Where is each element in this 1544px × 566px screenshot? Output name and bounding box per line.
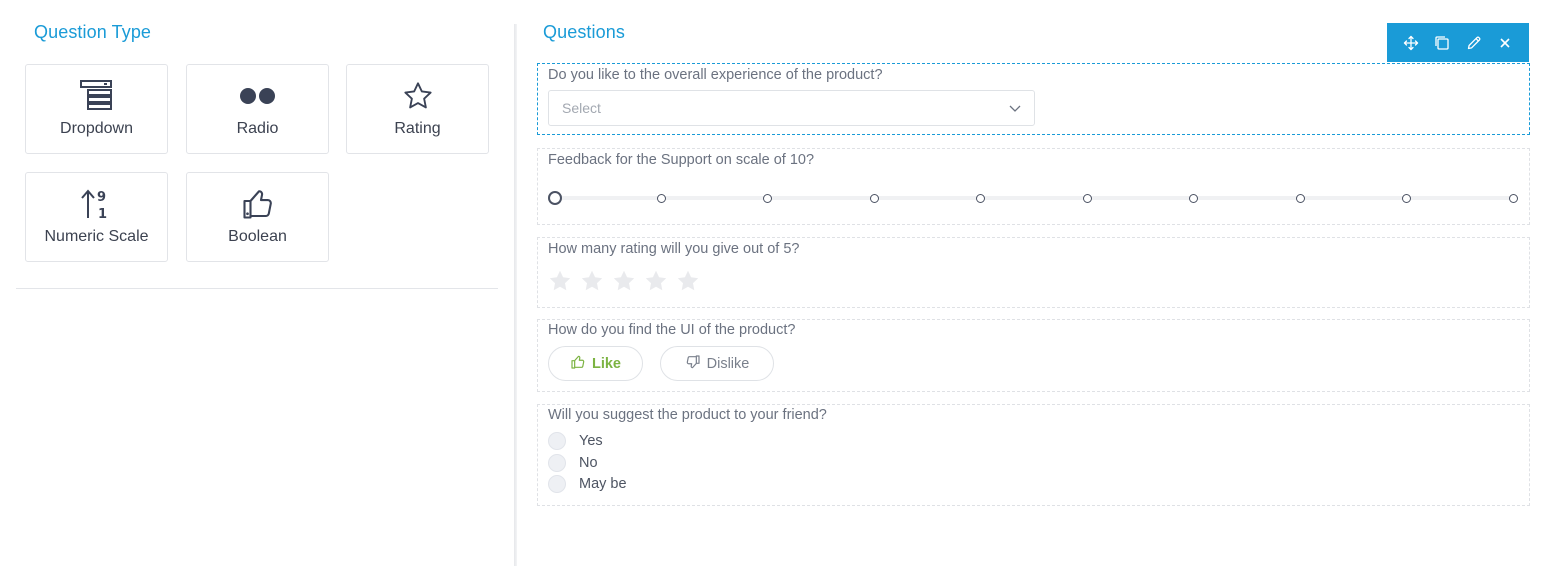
question-label: Do you like to the overall experience of… [548,67,883,83]
star-icon[interactable] [644,269,668,293]
radio-circle[interactable] [548,475,566,493]
star-icon[interactable] [580,269,604,293]
move-icon[interactable] [1399,31,1423,55]
question-select[interactable]: Select [548,90,1035,126]
question-label: How many rating will you give out of 5? [548,241,800,257]
rating-stars [548,269,700,293]
radio-option-yes[interactable]: Yes [548,432,603,450]
thumbs-up-icon [570,354,586,374]
scale-point-1[interactable] [548,191,562,205]
question-numeric-scale[interactable]: Feedback for the Support on scale of 10? [537,148,1530,225]
radio-option-may-be[interactable]: May be [548,475,627,493]
type-card-label: Boolean [228,228,287,245]
question-toolbar [1387,23,1529,62]
numeric-scale-icon: 9 1 [26,187,167,221]
radio-option-label: No [579,455,598,471]
scale-point-5[interactable] [976,193,986,203]
radio-icon [187,79,328,113]
edit-icon[interactable] [1462,31,1486,55]
svg-text:9: 9 [97,190,106,205]
radio-option-label: May be [579,476,627,492]
radio-option-label: Yes [579,433,603,449]
close-icon[interactable] [1493,31,1517,55]
star-icon[interactable] [548,269,572,293]
question-radio[interactable]: Will you suggest the product to your fri… [537,404,1530,506]
svg-text:1: 1 [98,207,107,221]
star-icon[interactable] [676,269,700,293]
scale-point-6[interactable] [1082,193,1092,203]
type-card-label: Numeric Scale [44,228,149,245]
select-placeholder: Select [562,100,601,116]
questions-title: Questions [543,22,625,42]
question-type-title: Question Type [34,22,152,42]
panel-divider [514,24,517,566]
duplicate-icon[interactable] [1430,31,1454,55]
thumbs-down-icon [685,354,701,374]
scale-track [554,196,1517,200]
type-card-dropdown[interactable]: Dropdown [25,64,168,154]
question-dropdown[interactable]: Do you like to the overall experience of… [537,63,1530,135]
chevron-down-icon [1008,101,1022,120]
thumbs-up-icon [187,187,328,221]
like-button[interactable]: Like [548,346,643,381]
left-divider [16,288,498,289]
dropdown-icon [26,79,167,113]
dislike-button[interactable]: Dislike [660,346,774,381]
scale-point-7[interactable] [1189,193,1199,203]
radio-circle[interactable] [548,432,566,450]
question-boolean[interactable]: How do you find the UI of the product? L… [537,319,1530,392]
scale-point-8[interactable] [1295,193,1305,203]
scale-point-4[interactable] [869,193,879,203]
star-outline-icon [347,79,488,113]
question-type-panel: Question Type Dropdown Radio Rating 9 1 … [0,0,514,566]
scale-point-3[interactable] [763,193,773,203]
question-rating[interactable]: How many rating will you give out of 5? [537,237,1530,308]
type-card-radio[interactable]: Radio [186,64,329,154]
scale-point-10[interactable] [1508,193,1518,203]
radio-option-no[interactable]: No [548,454,598,472]
scale-point-2[interactable] [656,193,666,203]
type-card-boolean[interactable]: Boolean [186,172,329,262]
question-label: How do you find the UI of the product? [548,322,796,338]
dislike-label: Dislike [706,355,750,372]
type-card-label: Radio [236,120,279,137]
radio-circle[interactable] [548,454,566,472]
type-card-rating[interactable]: Rating [346,64,489,154]
star-icon[interactable] [612,269,636,293]
question-label: Feedback for the Support on scale of 10? [548,152,815,168]
question-label: Will you suggest the product to your fri… [548,407,827,423]
type-card-numeric-scale[interactable]: 9 1 Numeric Scale [25,172,168,262]
scale-point-9[interactable] [1402,193,1412,203]
like-label: Like [591,355,621,372]
type-card-label: Dropdown [60,120,133,137]
type-card-label: Rating [394,120,441,137]
